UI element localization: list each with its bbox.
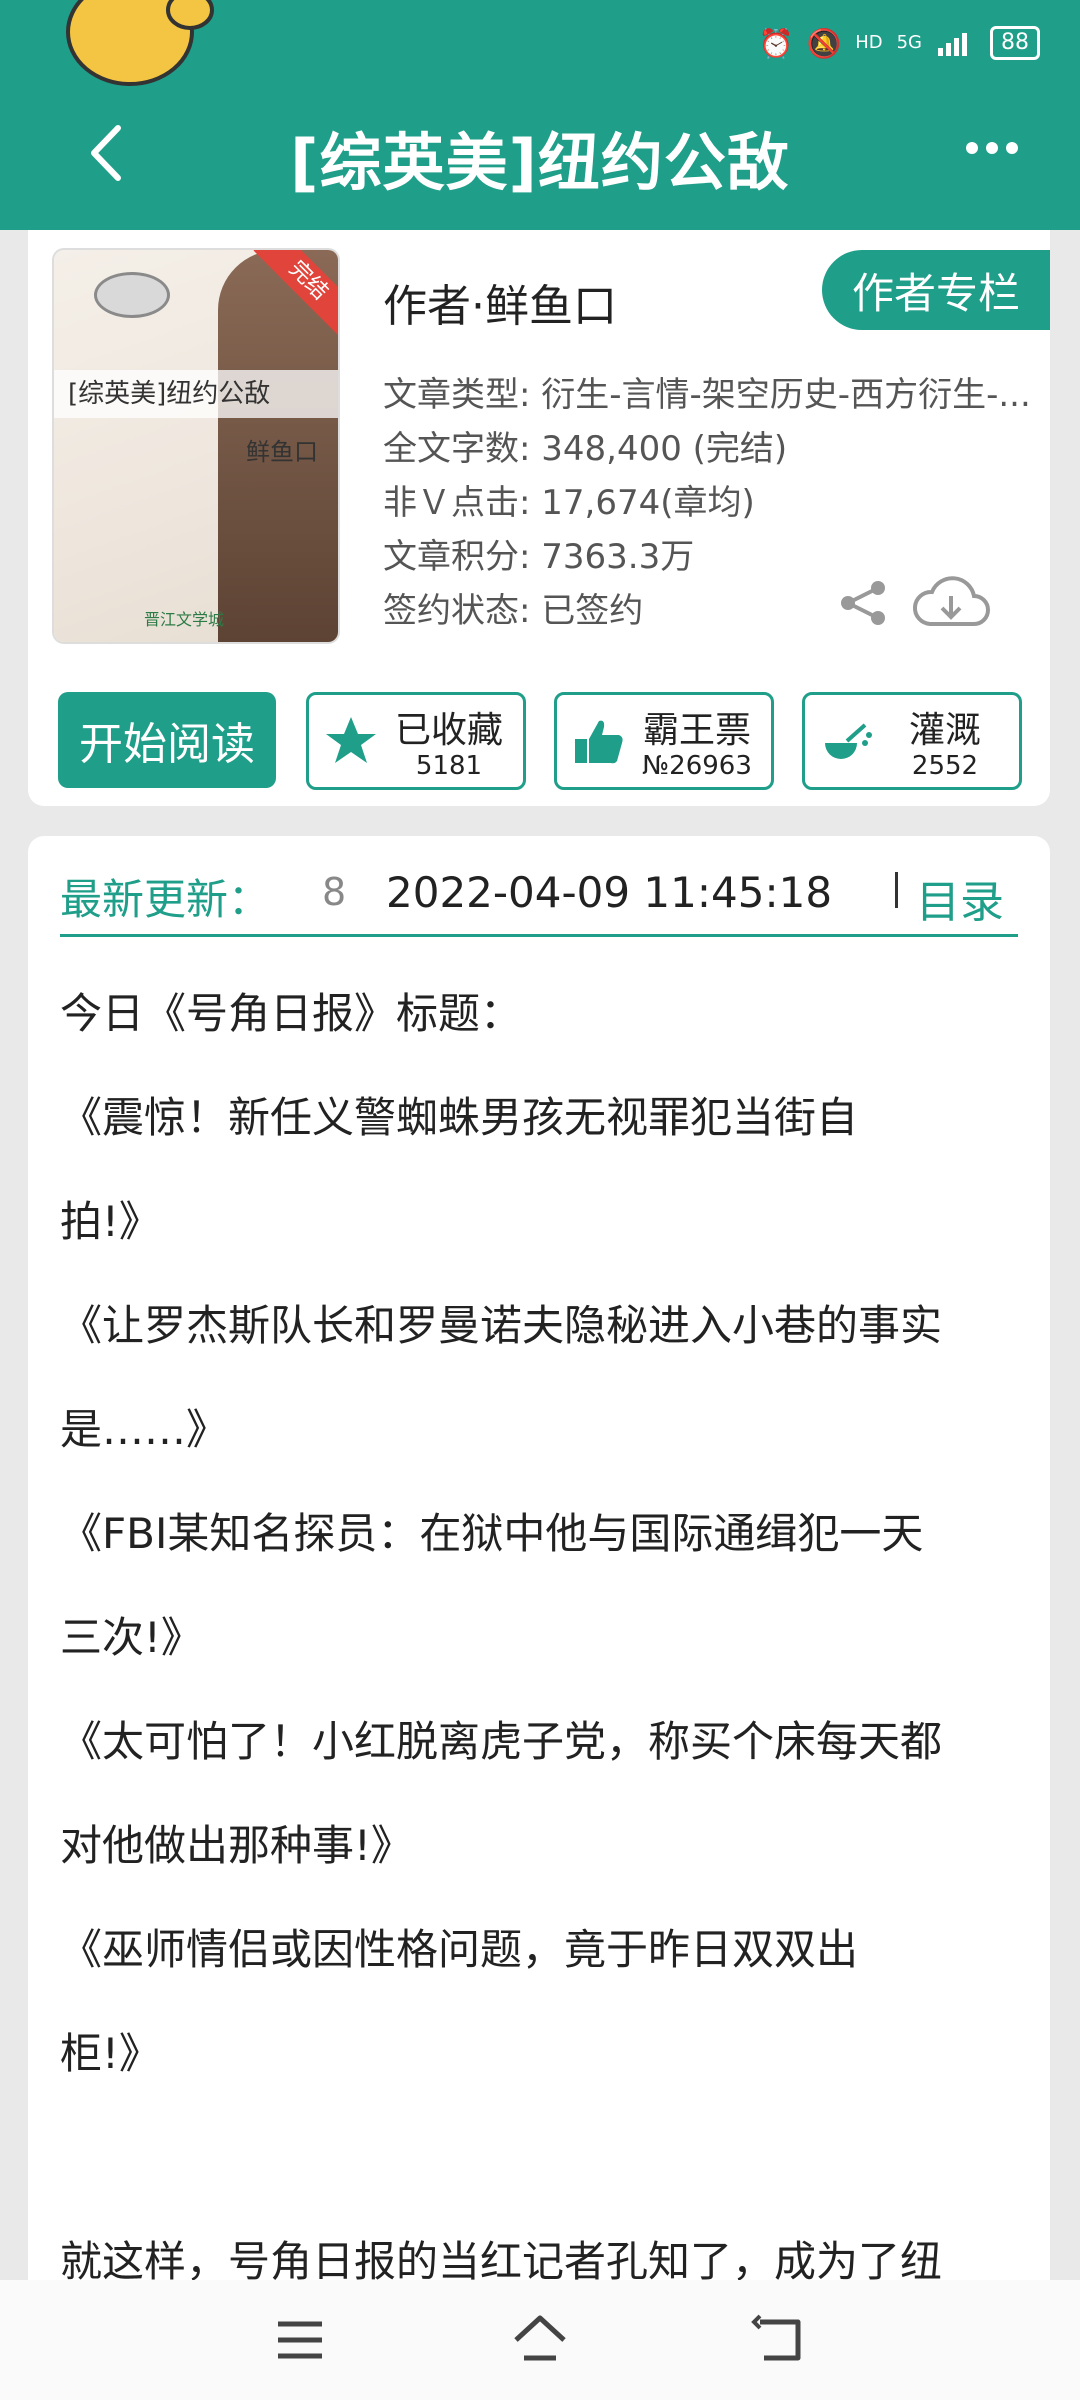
content-blank-line (60, 2106, 1050, 2210)
ticket-label: 霸王票 (642, 710, 751, 751)
author-column-button[interactable]: 作者专栏 (822, 250, 1050, 330)
top-app-bar: ⏰ 🔕 HD 5G 88 [综英美]纽约公敌 (0, 0, 1080, 230)
signal-icon (938, 33, 967, 56)
latest-update-label: 最新更新： (60, 875, 271, 924)
divider (895, 872, 898, 908)
start-reading-button[interactable]: 开始阅读 (58, 692, 276, 788)
content-line: 柜!》 (60, 2029, 161, 2078)
meta-word-count: 全文字数: 348,400 (完结) (383, 429, 788, 469)
content-line: 《FBI某知名探员：在狱中他与国际通缉犯一天 (60, 1509, 924, 1558)
more-options-icon[interactable] (962, 128, 1022, 168)
content-line: 《巫师情侣或因性格问题，竟于昨日双双出 (60, 1925, 859, 1974)
latest-update-time: 2022-04-09 11:45:18 (386, 868, 833, 917)
share-icon[interactable] (836, 578, 890, 628)
menu-icon[interactable] (270, 2310, 330, 2370)
meta-clicks: 非Ｖ点击: 17,674(章均) (383, 483, 755, 523)
content-line: 对他做出那种事!》 (60, 1821, 413, 1870)
home-icon[interactable] (510, 2310, 570, 2370)
table-of-contents-link[interactable]: 目录 (916, 866, 1004, 930)
content-line: 三次!》 (60, 1613, 203, 1662)
download-cloud-icon[interactable] (910, 570, 992, 634)
author-name[interactable]: 作者·鲜鱼口 (383, 270, 617, 334)
ticket-button[interactable]: 霸王票 №26963 (554, 692, 774, 790)
cover-title: [综英美]纽约公敌 (54, 370, 338, 418)
watering-icon (825, 723, 872, 759)
water-label: 灌溉 (908, 710, 981, 751)
battery-indicator: 88 (990, 26, 1040, 60)
collect-label: 已收藏 (394, 710, 503, 751)
5g-icon: 5G (896, 32, 922, 53)
chapter-card: 最新更新： 8 2022-04-09 11:45:18 目录 今日《号角日报》标… (28, 836, 1050, 2400)
mute-icon: 🔕 (806, 26, 842, 60)
content-line: 《让罗杰斯队长和罗曼诺夫隐秘进入小巷的事实 (60, 1301, 943, 1350)
page-title: [综英美]纽约公敌 (290, 126, 790, 199)
ticket-count: №26963 (642, 751, 752, 781)
star-icon (326, 717, 376, 763)
jjwxc-logo: 晋江文学城 (144, 610, 225, 629)
alarm-icon: ⏰ (758, 26, 794, 60)
latest-update-fragment: 8 (322, 870, 347, 914)
content-line: 是……》 (60, 1405, 229, 1454)
water-button[interactable]: 灌溉 2552 (802, 692, 1022, 790)
collect-count: 5181 (415, 751, 483, 781)
water-count: 2552 (911, 751, 979, 781)
thumbs-up-icon (575, 720, 623, 764)
content-line: 《震惊！新任义警蜘蛛男孩无视罪犯当街自 (60, 1093, 859, 1142)
cover-author: 鲜鱼口 (246, 438, 318, 466)
latest-update-row[interactable]: 最新更新： 8 2022-04-09 11:45:18 目录 (60, 856, 1018, 937)
hd-icon: HD (855, 32, 883, 53)
content-line: 《太可怕了！小红脱离虎子党，称买个床每天都 (60, 1717, 943, 1766)
book-cover[interactable]: [综英美]纽约公敌 鲜鱼口 完结 晋江文学城 (54, 250, 338, 642)
meta-genre: 文章类型: 衍生-言情-架空历史-西方衍生-... (383, 375, 1031, 415)
content-line: 今日《号角日报》标题： (60, 989, 523, 1038)
cover-art-eye (94, 272, 170, 318)
collect-button[interactable]: 已收藏 5181 (306, 692, 526, 790)
chapter-content: 今日《号角日报》标题： 《震惊！新任义警蜘蛛男孩无视罪犯当街自 拍!》 《让罗杰… (60, 962, 1050, 2314)
back-icon[interactable] (750, 2310, 810, 2370)
content-line: 拍!》 (60, 1197, 161, 1246)
mascot-icon (66, 0, 214, 86)
status-bar: ⏰ 🔕 HD 5G 88 (759, 18, 1040, 68)
book-info-card: [综英美]纽约公敌 鲜鱼口 完结 晋江文学城 作者·鲜鱼口 作者专栏 文章类型:… (28, 230, 1050, 806)
system-nav-bar (0, 2280, 1080, 2400)
